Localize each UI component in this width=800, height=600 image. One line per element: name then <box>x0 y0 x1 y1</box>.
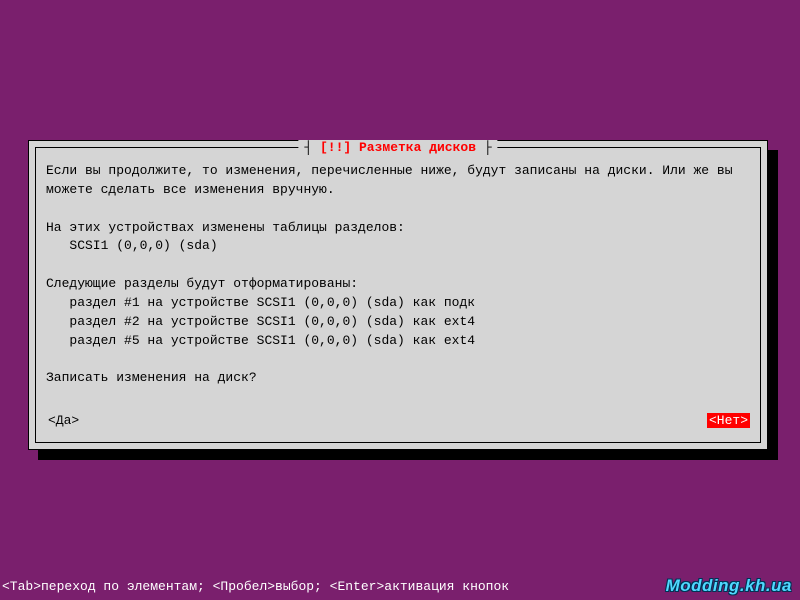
intro-text: Если вы продолжите, то изменения, перечи… <box>46 163 740 197</box>
device-line-1: SCSI1 (0,0,0) (sda) <box>46 238 218 253</box>
dialog-content: Если вы продолжите, то изменения, перечи… <box>36 148 760 402</box>
title-text: [!!] Разметка дисков <box>320 140 476 155</box>
footer-hints: <Tab>переход по элементам; <Пробел>выбор… <box>2 579 509 594</box>
title-bracket-left: ┤ <box>304 140 320 155</box>
title-bracket-right: ├ <box>476 140 492 155</box>
dialog-border: ┤ [!!] Разметка дисков ├ Если вы продолж… <box>35 147 761 443</box>
devices-header: На этих устройствах изменены таблицы раз… <box>46 220 405 235</box>
partition-line-2: раздел #2 на устройстве SCSI1 (0,0,0) (s… <box>46 314 475 329</box>
watermark: Modding.kh.ua <box>666 576 792 596</box>
dialog-title: ┤ [!!] Разметка дисков ├ <box>298 140 497 155</box>
yes-button[interactable]: <Да> <box>46 413 81 428</box>
yes-button-wrap: <Да> <box>46 413 81 428</box>
confirm-question: Записать изменения на диск? <box>46 370 257 385</box>
no-button[interactable]: <Нет> <box>707 413 750 428</box>
button-row: <Да> <Нет> <box>46 413 750 428</box>
format-header: Следующие разделы будут отформатированы: <box>46 276 358 291</box>
partition-dialog: ┤ [!!] Разметка дисков ├ Если вы продолж… <box>28 140 768 450</box>
partition-line-5: раздел #5 на устройстве SCSI1 (0,0,0) (s… <box>46 333 475 348</box>
partition-line-1: раздел #1 на устройстве SCSI1 (0,0,0) (s… <box>46 295 475 310</box>
